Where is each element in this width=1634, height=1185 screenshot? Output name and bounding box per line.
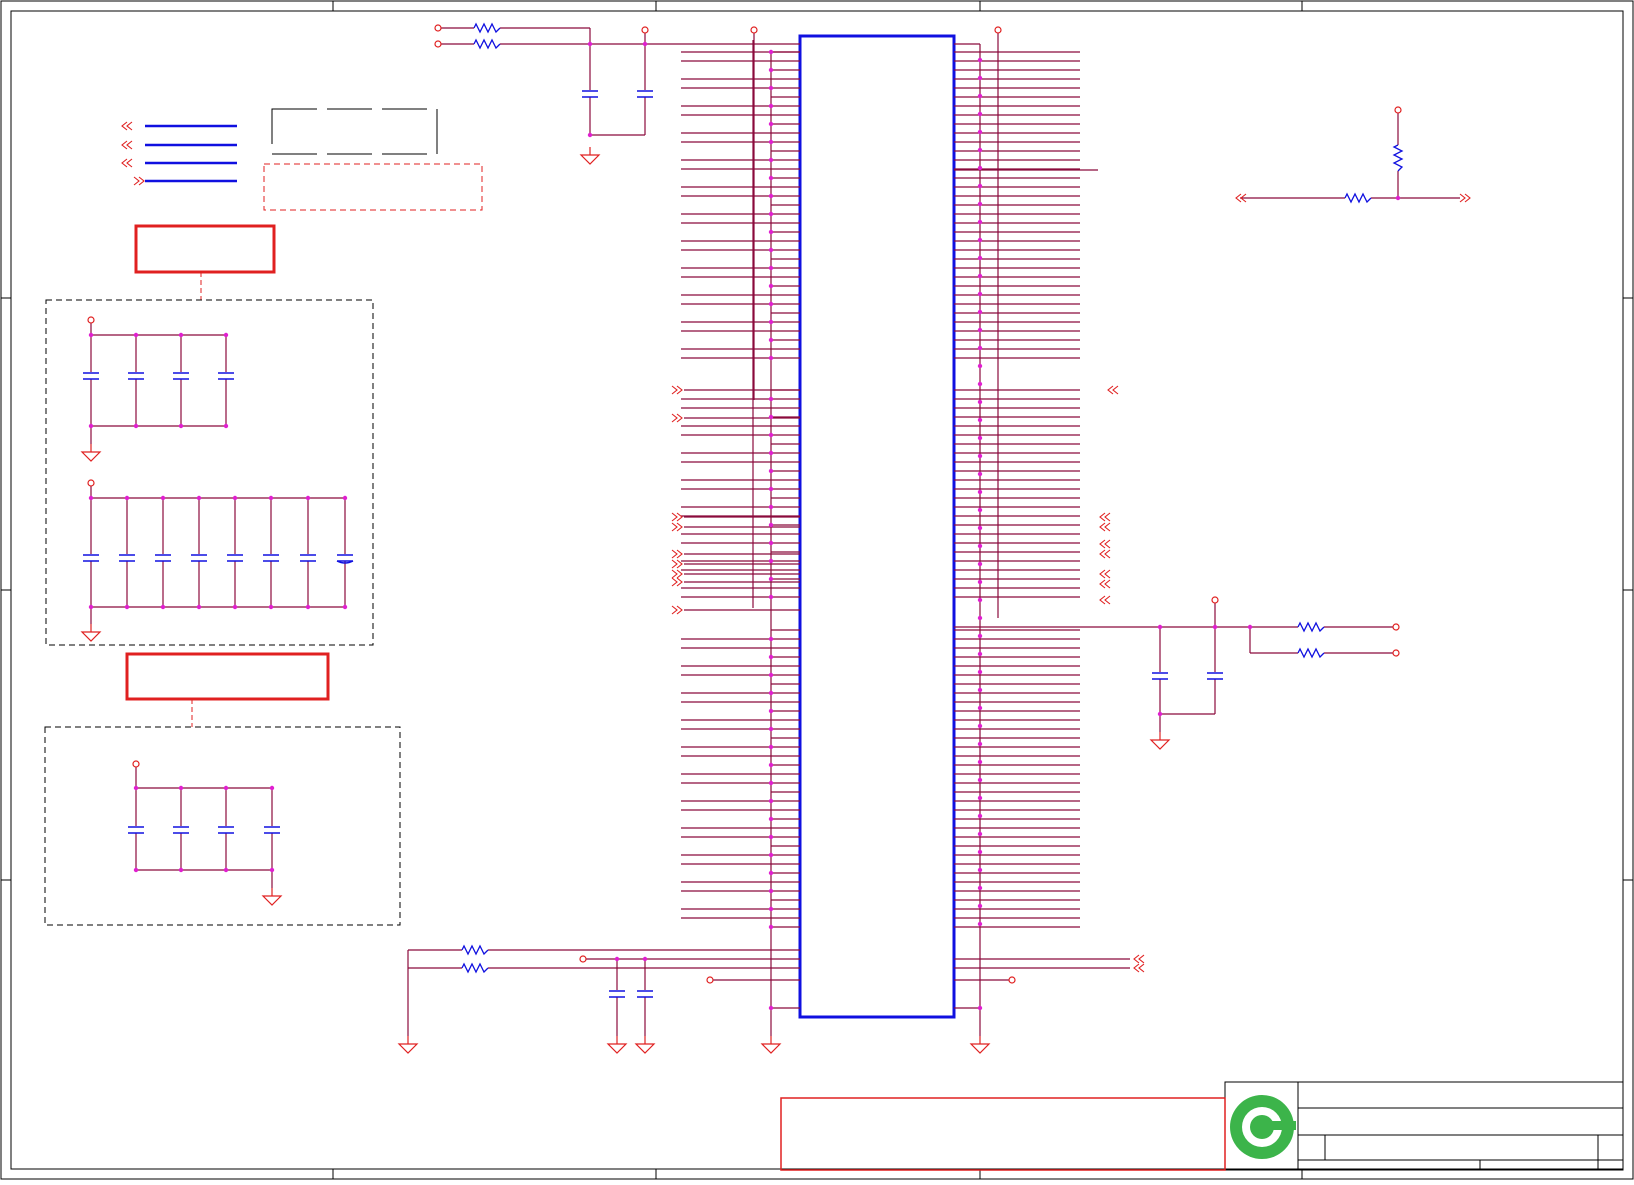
port-arrow-icon — [1099, 579, 1111, 589]
ground-icon — [397, 1036, 419, 1054]
ground-icon — [969, 1036, 991, 1054]
decoupling-group-2 — [44, 652, 401, 926]
port-arrow-icon — [1133, 954, 1145, 964]
capacitor-icon — [218, 826, 234, 834]
drawing-frame — [0, 0, 1634, 1180]
capacitor-icon — [263, 554, 279, 562]
note-box-blank-red — [780, 1097, 1226, 1171]
capacitor-icon — [637, 990, 653, 998]
power-node-icon — [750, 26, 758, 34]
ground-icon — [760, 1036, 782, 1054]
port-arrow-icon — [671, 522, 683, 532]
port-arrow-icon — [1099, 522, 1111, 532]
port-arrow-icon — [1099, 549, 1111, 559]
port-arrow-icon — [671, 512, 683, 522]
power-node-icon — [1211, 596, 1219, 604]
ground-icon — [579, 147, 601, 165]
note-box-top-dashed — [263, 108, 483, 211]
port-arrow-icon — [1099, 539, 1111, 549]
capacitor-icon — [83, 554, 99, 562]
resistor-icon — [461, 962, 489, 974]
capacitor-icon — [582, 90, 598, 98]
power-node-icon — [1394, 106, 1402, 114]
capacitor-icon — [128, 372, 144, 380]
port-arrow-icon — [133, 176, 145, 186]
decoupling-group-1 — [45, 224, 374, 646]
capacitor-icon — [128, 826, 144, 834]
resistor-icon — [1297, 647, 1325, 659]
power-node-icon — [641, 26, 649, 34]
resistor-icon — [1344, 192, 1372, 204]
capacitor-icon — [83, 372, 99, 380]
capacitor-icon — [155, 554, 171, 562]
port-arrow-icon — [1459, 193, 1471, 203]
ground-icon — [80, 624, 102, 642]
capacitor-icon — [300, 554, 316, 562]
port-arrow-icon — [1133, 963, 1145, 973]
capacitor-icon — [119, 554, 135, 562]
resistor-icon — [461, 944, 489, 956]
power-node-icon — [706, 976, 714, 984]
resistor-icon — [1297, 621, 1325, 633]
ground-icon — [606, 1036, 628, 1054]
ground-icon — [1149, 732, 1171, 750]
capacitor-icon — [637, 90, 653, 98]
resistor-icon — [1392, 144, 1404, 172]
port-arrow-icon — [1099, 595, 1111, 605]
power-node-icon — [1392, 649, 1400, 657]
power-node-icon — [434, 40, 442, 48]
capacitor-icon — [218, 372, 234, 380]
port-arrow-icon — [121, 140, 133, 150]
port-arrow-icon — [671, 413, 683, 423]
ground-icon — [80, 444, 102, 462]
power-node-icon — [994, 26, 1002, 34]
power-node-icon — [132, 760, 140, 768]
port-arrow-icon — [1107, 385, 1119, 395]
port-arrow-icon — [671, 559, 683, 569]
port-arrow-icon — [671, 385, 683, 395]
power-node-icon — [1008, 976, 1016, 984]
resistor-icon — [473, 38, 501, 50]
capacitor-icon — [1152, 672, 1168, 680]
main-ic-body — [798, 34, 956, 1019]
capacitor-icon — [337, 554, 353, 562]
ground-icon — [261, 888, 283, 906]
capacitor-icon — [609, 990, 625, 998]
capacitor-icon — [173, 826, 189, 834]
capacitor-icon — [173, 372, 189, 380]
power-node-icon — [579, 955, 587, 963]
power-node-icon — [87, 479, 95, 487]
capacitor-icon — [227, 554, 243, 562]
capacitor-icon — [191, 554, 207, 562]
schematic-sheet — [0, 0, 1634, 1180]
power-node-icon — [1392, 623, 1400, 631]
ground-icon — [634, 1036, 656, 1054]
schematic-canvas — [0, 0, 1634, 1180]
power-node-icon — [434, 24, 442, 32]
port-arrow-icon — [671, 549, 683, 559]
e-logo-icon — [1230, 1095, 1296, 1159]
port-arrow-icon — [671, 577, 683, 587]
port-arrow-icon — [671, 605, 683, 615]
port-arrow-icon — [121, 158, 133, 168]
net-wires — [90, 27, 1460, 1036]
port-arrow-icon — [1099, 569, 1111, 579]
resistor-icon — [473, 22, 501, 34]
capacitor-icon — [264, 826, 280, 834]
power-node-icon — [87, 316, 95, 324]
port-arrow-icon — [121, 121, 133, 131]
port-arrow-icon — [671, 569, 683, 579]
port-arrow-icon — [1099, 512, 1111, 522]
capacitor-icon — [1207, 672, 1223, 680]
